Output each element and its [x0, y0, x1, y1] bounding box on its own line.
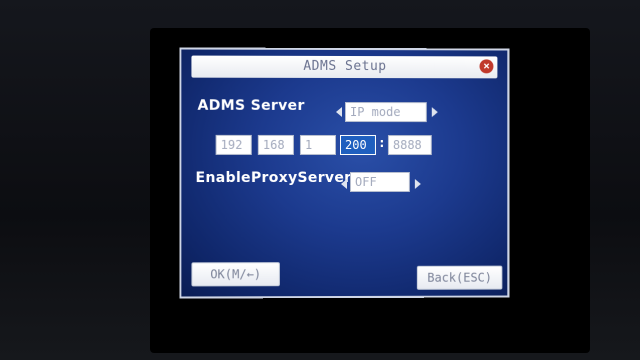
title-bar: ADMS Setup × — [191, 55, 498, 79]
mode-prev-arrow-icon[interactable] — [335, 106, 343, 117]
adms-server-label: ADMS Server — [197, 97, 305, 114]
adms-setup-dialog: ADMS Setup × ADMS Server IP mode 192 168… — [179, 47, 510, 299]
proxy-prev-arrow-icon[interactable] — [341, 178, 347, 190]
dialog-title: ADMS Setup — [303, 58, 387, 75]
mode-next-arrow-icon[interactable] — [431, 107, 438, 118]
ip-octet-4-input[interactable]: 200 — [340, 134, 376, 156]
back-button[interactable]: Back(ESC) — [416, 265, 503, 290]
ip-octet-1-input[interactable]: 192 — [215, 134, 252, 155]
server-mode-select[interactable]: IP mode — [345, 102, 427, 123]
port-separator: : — [377, 136, 386, 152]
enable-proxy-label: EnableProxyServer — [195, 169, 352, 187]
proxy-toggle-select[interactable]: OFF — [349, 172, 410, 192]
ip-octet-3-input[interactable]: 1 — [299, 134, 336, 155]
port-input[interactable]: 8888 — [387, 135, 432, 156]
ok-button[interactable]: OK(M/←) — [191, 262, 280, 287]
proxy-next-arrow-icon[interactable] — [414, 178, 421, 189]
close-icon[interactable]: × — [479, 59, 494, 74]
ip-octet-2-input[interactable]: 168 — [257, 134, 294, 155]
